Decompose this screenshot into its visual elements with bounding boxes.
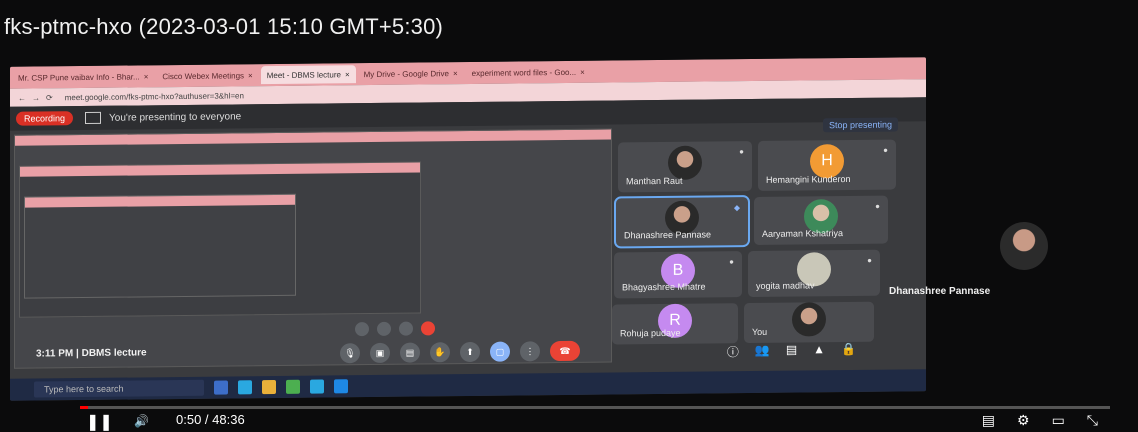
browser-tab[interactable]: experiment word files - Goo... × (466, 63, 591, 82)
forward-icon[interactable]: → (32, 93, 40, 102)
nested-control-dot (421, 321, 435, 336)
video-title: fks-ptmc-hxo (2023-03-01 15:10 GMT+5:30) (4, 14, 444, 39)
taskbar-search[interactable]: Type here to search (34, 379, 204, 398)
participant-tile-active[interactable]: ◆ Dhanashree Pannase (614, 195, 750, 249)
participant-tile[interactable]: R Rohuja pudaye (612, 303, 738, 345)
more-options-icon[interactable]: ⋮ (520, 341, 540, 362)
captions-icon[interactable]: ▤ (982, 412, 995, 429)
progress-played (80, 406, 88, 409)
nested-control-dot (355, 322, 369, 337)
camera-icon[interactable]: ▣ (370, 342, 390, 364)
close-icon[interactable]: × (453, 69, 458, 78)
participant-tile[interactable]: You (744, 301, 874, 344)
mic-off-icon: ● (875, 201, 880, 211)
participant-name: You (752, 326, 768, 338)
browser-tab[interactable]: Cisco Webex Meetings × (156, 66, 258, 85)
speaker-avatar (1000, 222, 1048, 270)
nested-tab-bar (20, 162, 420, 177)
monitor-screen: Mr. CSP Pune vaibav Info - Bhar... × Cisc… (10, 57, 926, 401)
taskbar-app-icon[interactable] (310, 379, 324, 394)
avatar-initial: H (821, 152, 833, 170)
pause-icon[interactable]: ❚❚ (86, 412, 113, 432)
shared-screen-recursion (14, 128, 612, 369)
info-icon[interactable]: ⓘ (727, 343, 739, 360)
meet-control-bar: 🎙 ▣ ▤ ✋ ⬆ ▢ ⋮ ☎ (340, 340, 580, 364)
present-icon[interactable]: ⬆ (460, 341, 480, 363)
browser-tab[interactable]: Mr. CSP Pune vaibav Info - Bhar... × (12, 67, 154, 86)
avatar-initial: B (672, 262, 684, 280)
close-icon[interactable]: × (345, 70, 350, 79)
tab-label: My Drive - Google Drive (363, 68, 449, 79)
leave-call-button[interactable]: ☎ (550, 340, 580, 362)
mic-off-icon: ● (739, 147, 744, 157)
close-icon[interactable]: × (580, 67, 585, 76)
nested-controls (355, 321, 435, 337)
mic-off-icon: ● (867, 255, 872, 265)
participant-name: Rohuja pudaye (620, 327, 681, 339)
taskbar-app-icon[interactable] (238, 380, 252, 395)
miniplayer-icon[interactable]: ▭ (1052, 412, 1065, 429)
participant-tile[interactable]: ● Manthan Raut (618, 141, 752, 193)
tab-label: Meet - DBMS lecture (266, 69, 341, 80)
nested-screen-level-2 (19, 161, 421, 318)
participant-name: Manthan Raut (626, 175, 683, 187)
progress-track[interactable] (80, 406, 1110, 409)
captions-icon[interactable]: ▤ (400, 342, 420, 363)
mic-off-icon: ● (729, 257, 734, 267)
tab-label: Cisco Webex Meetings (162, 70, 245, 81)
recording-badge: Recording (16, 111, 74, 126)
speaking-icon: ◆ (733, 203, 740, 213)
speaker-name: Dhanashree Pannase (889, 286, 991, 297)
nested-tab-bar (25, 194, 295, 208)
nested-screen-level-3 (24, 193, 296, 299)
video-player-controls: ❚❚ 🔊 0:50 / 48:36 ▤ ⚙ ▭ ⤡ (0, 398, 1138, 431)
participant-name: Dhanashree Pannase (624, 229, 712, 241)
present-active-icon[interactable]: ▢ (490, 341, 510, 362)
mic-icon[interactable]: 🎙 (340, 343, 360, 364)
presenting-text: You're presenting to everyone (109, 110, 242, 124)
nested-control-dot (399, 321, 413, 336)
meeting-status: 3:11 PM | DBMS lecture (36, 347, 147, 360)
tab-label: experiment word files - Goo... (471, 67, 577, 78)
windows-taskbar: Type here to search (10, 369, 926, 401)
close-icon[interactable]: × (248, 71, 253, 80)
participant-name: yogita madhav (756, 280, 815, 291)
nested-control-dot (377, 321, 391, 336)
stop-presenting-button[interactable]: Stop presenting (822, 117, 898, 133)
participant-name: Hemangini Kunderon (766, 173, 851, 185)
present-screen-icon (85, 111, 102, 125)
participant-tile[interactable]: B ● Bhagyashree Mhatre (614, 251, 742, 299)
meet-right-icons: ⓘ 👥 ▤ ▲ 🔒 (727, 342, 856, 360)
close-icon[interactable]: × (144, 72, 149, 81)
reload-icon[interactable]: ⟳ (46, 93, 53, 102)
nested-tab-bar (15, 129, 611, 146)
taskbar-app-icon[interactable] (286, 379, 300, 394)
activities-icon[interactable]: ▲ (813, 342, 825, 359)
player-right-controls: ▤ ⚙ ▭ ⤡ (982, 412, 1098, 429)
chat-icon[interactable]: ▤ (786, 343, 797, 360)
participant-avatar (792, 302, 826, 337)
volume-icon[interactable]: 🔊 (134, 414, 149, 428)
taskbar-app-icon[interactable] (214, 380, 228, 395)
participant-tile[interactable]: H ● Hemangini Kunderon (758, 139, 896, 191)
participant-tile[interactable]: ● yogita madhav (748, 249, 880, 298)
participant-name: Aaryaman Kshatriya (762, 228, 844, 239)
taskbar-app-icon[interactable] (262, 380, 276, 395)
people-icon[interactable]: 👥 (755, 343, 770, 360)
participant-avatar (668, 145, 702, 180)
browser-tab[interactable]: My Drive - Google Drive × (358, 64, 464, 83)
browser-tab-active[interactable]: Meet - DBMS lecture × (260, 65, 356, 85)
host-controls-icon[interactable]: 🔒 (841, 342, 856, 359)
exit-fullscreen-icon[interactable]: ⤡ (1087, 412, 1098, 429)
taskbar-app-icon[interactable] (334, 379, 348, 394)
presenting-banner: You're presenting to everyone (85, 110, 242, 125)
mic-off-icon: ● (883, 145, 888, 155)
tab-label: Mr. CSP Pune vaibav Info - Bhar... (18, 71, 140, 83)
settings-icon[interactable]: ⚙ (1017, 412, 1030, 429)
participant-name: Bhagyashree Mhatre (622, 281, 706, 293)
url-text[interactable]: meet.google.com/fks-ptmc-hxo?authuser=3&… (65, 91, 244, 102)
back-icon[interactable]: ← (18, 93, 26, 102)
participant-tile[interactable]: ● Aaryaman Kshatriya (754, 195, 888, 246)
raise-hand-icon[interactable]: ✋ (430, 342, 450, 363)
